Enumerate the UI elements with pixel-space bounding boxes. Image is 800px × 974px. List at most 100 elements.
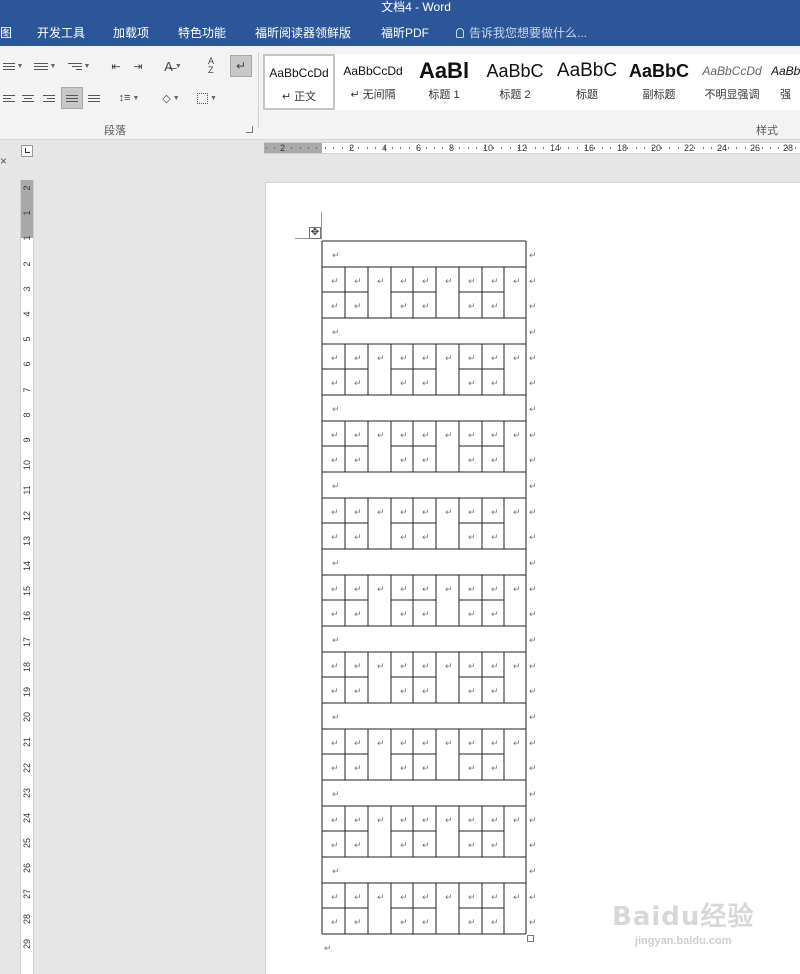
paragraph-mark: ↵ [422, 301, 430, 311]
watermark-logo: Baidu经验 [612, 902, 755, 932]
paragraph-mark: ↵ [513, 507, 521, 517]
ruler-tick [568, 147, 570, 149]
show-formatting-marks-button[interactable]: ↵ [230, 55, 252, 77]
align-right-icon [43, 93, 55, 104]
styles-gallery: AaBbCcDd ↵ 正文 AaBbCcDd ↵ 无间隔 AaBl 标题 1 A… [263, 54, 800, 110]
paragraph-mark: ↵ [354, 353, 362, 363]
tab-selector[interactable] [21, 145, 33, 157]
tab-add-ins[interactable]: 加载项 [113, 24, 149, 41]
paragraph-mark: ↵ [354, 430, 362, 440]
ruler-label: 24 [22, 813, 32, 824]
paragraph-mark: ↵ [468, 507, 476, 517]
styles-group-label: 样式 [756, 125, 778, 137]
style-sample: AaBbC [556, 60, 618, 81]
style-heading-1[interactable]: AaBl 标题 1 [411, 54, 477, 110]
paragraph-mark: ↵ [331, 532, 339, 542]
ruler-tick [602, 147, 603, 149]
ruler-tick [786, 147, 788, 149]
paragraph-mark: ↵ [468, 301, 476, 311]
ruler-tick [618, 147, 620, 149]
table-resize-handle[interactable] [527, 935, 534, 942]
ruler-tick [501, 147, 503, 149]
line-spacing-button[interactable]: ↕≡ ▼ [114, 87, 144, 109]
table-move-handle-icon[interactable]: ✥ [309, 227, 321, 239]
style-heading-2[interactable]: AaBbC 标题 2 [481, 54, 549, 110]
paragraph-mark: ↵ [331, 763, 339, 773]
paragraph-mark: ↵ [422, 763, 430, 773]
justify-button[interactable] [61, 87, 83, 109]
style-title[interactable]: AaBbC 标题 [553, 54, 621, 110]
paragraph-mark: ↵ [354, 763, 362, 773]
bullets-button[interactable]: ▼ [0, 55, 26, 77]
tab-special-features[interactable]: 特色功能 [178, 24, 226, 41]
tell-me-box[interactable]: 告诉我您想要做什么... [456, 24, 587, 41]
ruler-tick [400, 147, 402, 149]
tab-developer[interactable]: 开发工具 [37, 24, 85, 41]
paragraph-mark: ↵ [468, 892, 476, 902]
style-no-spacing[interactable]: AaBbCcDd ↵ 无间隔 [338, 54, 408, 110]
ruler-tick [492, 147, 494, 149]
ruler-label: 27 [22, 888, 32, 899]
paragraph-mark: ↵ [354, 609, 362, 619]
style-subtle-emphasis[interactable]: AaBbCcDd 不明显强调 [697, 54, 767, 110]
decrease-indent-button[interactable]: ⇤ [106, 55, 126, 77]
paragraph-mark: ↵ [332, 635, 340, 645]
close-pane-icon[interactable]: × [0, 154, 7, 168]
ruler-tick [358, 147, 360, 149]
borders-button[interactable]: ▼ [192, 87, 222, 109]
align-left-button[interactable] [0, 87, 18, 109]
multilevel-list-button[interactable]: ▼ [64, 55, 94, 77]
paragraph-mark: ↵ [331, 892, 339, 902]
paragraph-mark: ↵ [331, 455, 339, 465]
paragraph-mark: ↵ [422, 738, 430, 748]
numbering-icon [33, 61, 48, 72]
paragraph-mark: ↵ [513, 815, 521, 825]
style-strong[interactable]: AaBb 强 [771, 54, 800, 110]
paragraph-mark: ↵ [331, 378, 339, 388]
paragraph-mark: ↵ [331, 301, 339, 311]
paragraph-mark: ↵ [331, 686, 339, 696]
paragraph-mark: ↵ [491, 815, 499, 825]
tab-foxit-pdf[interactable]: 福昕PDF [381, 24, 429, 41]
ruler-tick [408, 147, 410, 149]
paragraph-mark: ↵ [377, 661, 385, 671]
paragraph-mark: ↵ [529, 892, 537, 902]
paragraph-dialog-launcher[interactable] [246, 126, 253, 133]
paragraph-mark: ↵ [400, 609, 408, 619]
vertical-ruler[interactable]: 2 1 1 2 3 4 5 6 7 8 9 10 11 12 13 14 15 16 17 18 19 20 21 22 23 2… [20, 180, 34, 974]
paragraph-mark: ↵ [513, 276, 521, 286]
paragraph-mark: ↵ [491, 609, 499, 619]
increase-indent-button[interactable]: ⇥ [128, 55, 148, 77]
ruler-label: 2 [22, 261, 32, 267]
paragraph-mark: ↵ [332, 558, 340, 568]
horizontal-ruler[interactable]: 2246810121416182022242628 [264, 142, 800, 154]
align-center-button[interactable] [19, 87, 37, 109]
paragraph-mark: ↵ [529, 584, 537, 594]
lightbulb-icon [456, 28, 464, 38]
numbering-button[interactable]: ▼ [30, 55, 60, 77]
tab-view[interactable]: 图 [0, 24, 12, 41]
ruler-tick [333, 147, 335, 149]
ruler-tick [442, 147, 444, 149]
shading-button[interactable]: ◇ ▼ [156, 87, 186, 109]
style-sample: AaBb [771, 64, 800, 78]
style-subtitle[interactable]: AaBbC 副标题 [625, 54, 693, 110]
ruler-label: 2 [22, 185, 32, 191]
sort-button[interactable]: AZ [200, 55, 222, 77]
ruler-label: 24 [717, 143, 728, 153]
paragraph-mark: ↵ [354, 532, 362, 542]
ruler-label: 28 [783, 143, 794, 153]
style-sample: AaBbC [486, 61, 544, 81]
paragraph-mark: ↵ [400, 507, 408, 517]
style-normal[interactable]: AaBbCcDd ↵ 正文 [263, 54, 335, 110]
ruler-tick [383, 147, 385, 149]
distributed-button[interactable] [85, 87, 103, 109]
ruler-label: 23 [22, 787, 32, 798]
paragraph-mark: ↵ [491, 763, 499, 773]
ruler-tick [736, 147, 738, 149]
paragraph-mark: ↵ [529, 327, 537, 337]
tab-foxit-reader[interactable]: 福昕阅读器领鲜版 [255, 24, 351, 41]
ruler-tick [526, 147, 528, 149]
align-right-button[interactable] [40, 87, 58, 109]
asian-layout-button[interactable]: A̶ ▼ [158, 55, 188, 77]
